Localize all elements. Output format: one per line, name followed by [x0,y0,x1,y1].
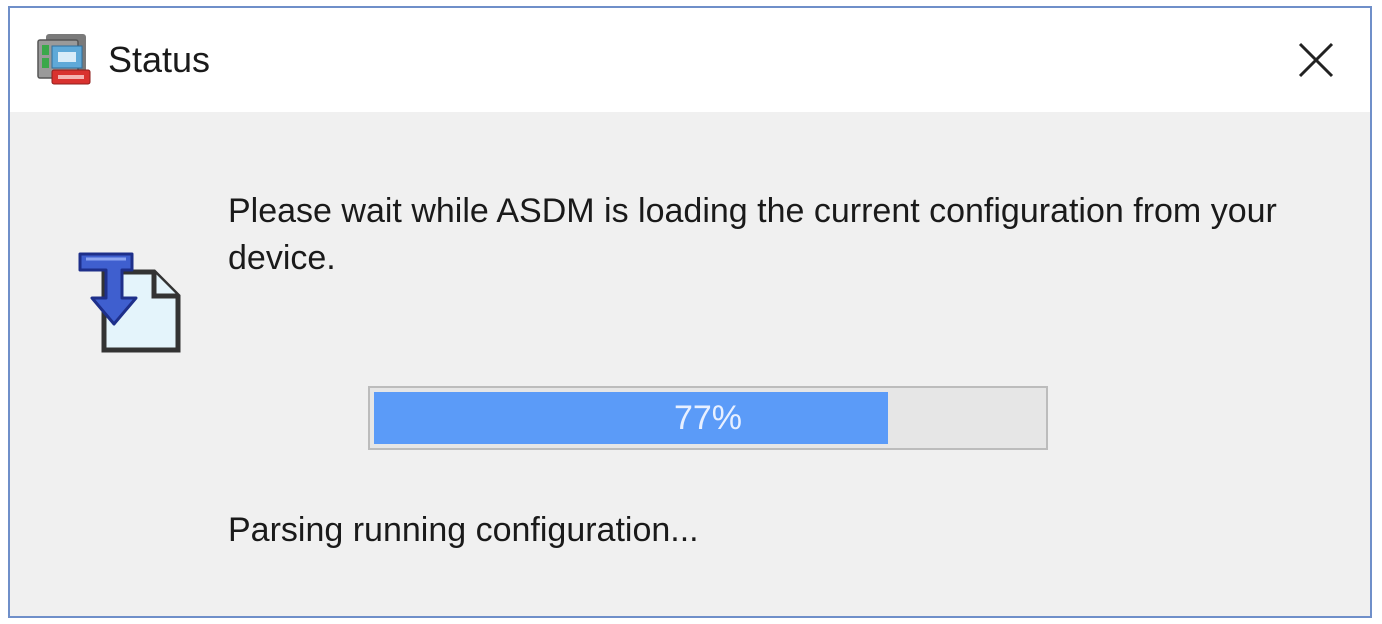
dialog-content: Please wait while ASDM is loading the cu… [10,112,1370,616]
progress-bar: 77% [368,386,1048,450]
loading-message: Please wait while ASDM is loading the cu… [228,192,1277,277]
window-title: Status [108,39,211,80]
status-text: Parsing running configuration... [228,511,699,549]
close-button[interactable] [1280,26,1352,94]
status-dialog: Status Please wait while ASDM is loading… [8,6,1372,618]
progress-label: 77% [673,398,743,437]
asdm-app-icon [36,32,92,86]
close-icon [1298,42,1334,78]
title-bar[interactable]: Status [10,8,1370,112]
download-config-icon [74,252,186,354]
